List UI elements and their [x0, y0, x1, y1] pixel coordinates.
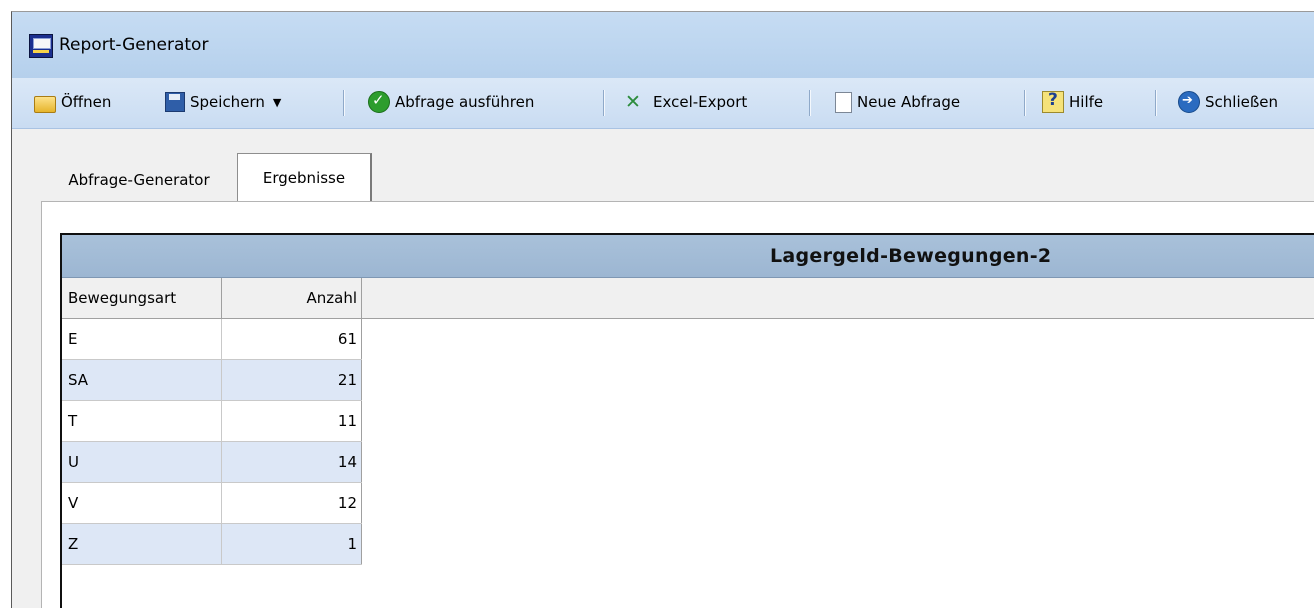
open-button[interactable]: Öffnen: [34, 88, 111, 116]
cell-anzahl[interactable]: 11: [222, 401, 362, 441]
excel-export-button[interactable]: Excel-Export: [622, 88, 747, 116]
app-icon: [29, 34, 53, 58]
cell-anzahl[interactable]: 12: [222, 483, 362, 523]
table-row[interactable]: U 14: [62, 442, 362, 483]
cell-bewegungsart[interactable]: SA: [62, 360, 222, 400]
save-button[interactable]: Speichern ▼: [165, 88, 281, 116]
table-row[interactable]: T 11: [62, 401, 362, 442]
close-icon: [1178, 91, 1200, 113]
checkmark-icon: [368, 91, 390, 113]
new-query-button[interactable]: Neue Abfrage: [835, 88, 960, 116]
results-grid[interactable]: Lagergeld-Bewegungen-2 Bewegungsart Anza…: [60, 233, 1314, 608]
cell-bewegungsart[interactable]: T: [62, 401, 222, 441]
help-button[interactable]: Hilfe: [1042, 88, 1103, 116]
help-icon: [1042, 90, 1064, 113]
tab-results[interactable]: Ergebnisse: [237, 153, 372, 202]
title-bar: Report-Generator: [12, 12, 1314, 78]
grid-rows: E 61 SA 21 T 11 U 14 V 12 Z 1: [62, 319, 362, 565]
toolbar-separator: [343, 90, 345, 116]
run-query-button[interactable]: Abfrage ausführen: [368, 88, 534, 116]
grid-title-bar: Lagergeld-Bewegungen-2: [62, 235, 1314, 278]
tab-query-generator[interactable]: Abfrage-Generator: [41, 159, 237, 201]
excel-icon: [622, 91, 648, 113]
close-label: Schließen: [1205, 93, 1279, 111]
column-header-anzahl[interactable]: Anzahl: [222, 278, 362, 318]
cell-anzahl[interactable]: 1: [222, 524, 362, 564]
help-label: Hilfe: [1069, 93, 1104, 111]
table-row[interactable]: Z 1: [62, 524, 362, 565]
new-query-label: Neue Abfrage: [857, 93, 961, 111]
open-label: Öffnen: [61, 93, 112, 111]
new-page-icon: [835, 91, 852, 113]
toolbar-separator: [603, 90, 605, 116]
toolbar-separator: [1024, 90, 1026, 116]
floppy-disk-icon: [165, 92, 185, 112]
toolbar-separator: [809, 90, 811, 116]
table-row[interactable]: E 61: [62, 319, 362, 360]
cell-anzahl[interactable]: 14: [222, 442, 362, 482]
column-header-row: Bewegungsart Anzahl: [62, 278, 1314, 319]
run-query-label: Abfrage ausführen: [395, 93, 535, 111]
results-panel: Lagergeld-Bewegungen-2 Bewegungsart Anza…: [41, 201, 1314, 608]
cell-bewegungsart[interactable]: E: [62, 319, 222, 359]
save-label: Speichern: [190, 93, 265, 111]
chevron-down-icon[interactable]: ▼: [273, 96, 281, 109]
report-generator-window: Report-Generator Öffnen Speichern ▼ Abfr…: [11, 11, 1314, 608]
cell-bewegungsart[interactable]: U: [62, 442, 222, 482]
toolbar-separator: [1155, 90, 1157, 116]
excel-export-label: Excel-Export: [653, 93, 748, 111]
window-title: Report-Generator: [59, 35, 209, 55]
close-button[interactable]: Schließen: [1178, 88, 1278, 116]
grid-title: Lagergeld-Bewegungen-2: [770, 245, 1052, 267]
toolbar: Öffnen Speichern ▼ Abfrage ausführen Exc…: [12, 78, 1314, 129]
table-row[interactable]: V 12: [62, 483, 362, 524]
cell-bewegungsart[interactable]: V: [62, 483, 222, 523]
column-header-bewegungsart[interactable]: Bewegungsart: [62, 278, 222, 318]
cell-anzahl[interactable]: 61: [222, 319, 362, 359]
folder-open-icon: [34, 96, 56, 113]
cell-bewegungsart[interactable]: Z: [62, 524, 222, 564]
cell-anzahl[interactable]: 21: [222, 360, 362, 400]
table-row[interactable]: SA 21: [62, 360, 362, 401]
